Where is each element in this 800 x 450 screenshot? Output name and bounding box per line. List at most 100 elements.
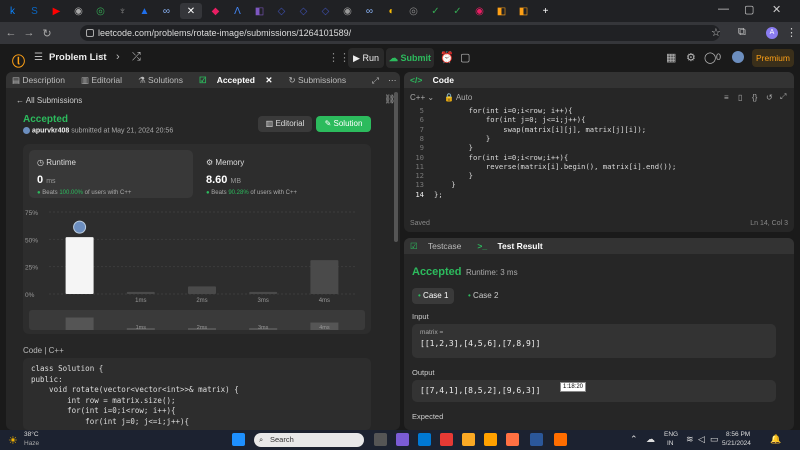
fullscreen-icon[interactable]: ⤢ (780, 92, 786, 102)
runtime-distribution-chart[interactable]: 75% 50% 25% 0% 1ms 2ms 3ms 4ms 1ms 2ms 3ms 4ms (23, 204, 371, 334)
new-tab-button[interactable]: + (537, 3, 554, 19)
layout-icon[interactable]: ▦ (666, 51, 676, 64)
browser-tab[interactable]: k (4, 3, 21, 19)
code-line[interactable]: for(int i=0;i<row; i++){ (434, 106, 573, 115)
memory-card[interactable]: ⚙ Memory 8.60 MB ● Beats 90.28% of users… (198, 150, 362, 198)
volume-icon[interactable]: ◁ (698, 434, 705, 445)
browser-tab[interactable]: ◎ (405, 3, 422, 19)
browser-tab[interactable]: ◇ (317, 3, 334, 19)
store-icon[interactable] (506, 433, 519, 446)
user-avatar[interactable] (732, 51, 744, 63)
code-line[interactable]: for(int j=0; j<=i;j++){ (434, 115, 586, 124)
wifi-icon[interactable]: ≋ (686, 434, 694, 445)
more-icon[interactable]: ⋯ (388, 75, 397, 86)
browser-tab[interactable]: ∞ (158, 3, 175, 19)
code-line[interactable]: } (434, 180, 455, 189)
back-icon[interactable]: ← (4, 27, 18, 39)
tab-submissions[interactable]: ↻ Submissions (288, 75, 354, 86)
reset-icon[interactable]: ↺ (766, 93, 773, 102)
maximize-icon[interactable]: ⤢ (372, 75, 379, 86)
runtime-card[interactable]: ◷ Runtime 0 ms ● Beats 100.00% of users … (29, 150, 193, 198)
maximize-icon[interactable]: ▢ (744, 3, 754, 16)
site-info-icon[interactable] (86, 29, 94, 37)
taskbar-search[interactable]: ⌕ Search (254, 433, 364, 447)
debug-icon[interactable]: ⋮⋮ (328, 51, 350, 64)
code-line[interactable]: swap(matrix[i][j], matrix[j][i]); (434, 125, 646, 134)
profile-avatar[interactable]: A (766, 27, 778, 39)
shuffle-icon[interactable]: ⤮ (132, 51, 141, 64)
next-problem-icon[interactable]: › (116, 51, 120, 63)
tab-accepted[interactable]: ☑ Accepted ✕ (199, 75, 280, 86)
forward-icon[interactable]: → (22, 27, 36, 39)
browser-tab[interactable]: ✓ (427, 3, 444, 19)
tab-description[interactable]: ▤ Description (12, 75, 73, 86)
notes-icon[interactable]: ▢ (460, 51, 470, 64)
language-select[interactable]: C++ ⌄ (410, 93, 434, 102)
task-view-icon[interactable] (374, 433, 387, 446)
case-1-tab[interactable]: • Case 1 (412, 288, 455, 304)
browser-tab[interactable]: Λ (229, 3, 246, 19)
battery-icon[interactable]: ▭ (710, 434, 719, 445)
brave-icon[interactable] (440, 433, 453, 446)
url-bar[interactable]: leetcode.com/problems/rotate-image/submi… (80, 25, 720, 41)
code-line[interactable]: for(int i=0;i<row;i++){ (434, 153, 569, 162)
clock-time[interactable]: 8:56 PM (726, 431, 750, 438)
tab-editorial[interactable]: ▥ Editorial (81, 75, 130, 86)
browser-tab[interactable]: ◎ (92, 3, 109, 19)
browser-tab[interactable]: ▶ (48, 3, 65, 19)
submit-button[interactable]: ☁ Submit (386, 48, 434, 68)
word-icon[interactable] (530, 433, 543, 446)
temperature[interactable]: 38°C (24, 431, 39, 438)
browser-tab[interactable]: ◆ (207, 3, 224, 19)
editorial-button[interactable]: ▥ Editorial (258, 116, 312, 132)
minimize-icon[interactable]: — (718, 3, 729, 15)
lang-1[interactable]: ENG (664, 431, 678, 438)
code-editor[interactable]: 5 for(int i=0;i<row; i++){6 for(int j=0;… (404, 106, 794, 216)
browser-tab[interactable]: S (26, 3, 43, 19)
format-icon[interactable]: ≡ (724, 93, 729, 102)
all-submissions-link[interactable]: ← All Submissions (16, 96, 82, 105)
tab-test-result[interactable]: >_ Test Result (477, 241, 550, 251)
browser-tab[interactable]: ◧ (515, 3, 532, 19)
prev-problem-icon[interactable]: ‹ (100, 51, 104, 63)
leetcode-logo[interactable]: ⓛ (12, 51, 25, 69)
submitter-name[interactable]: apurvkr408 (32, 127, 69, 134)
reload-icon[interactable]: ↻ (40, 27, 54, 40)
code-line[interactable]: reverse(matrix[i].begin(), matrix[i].end… (434, 162, 676, 171)
code-line[interactable]: } (434, 134, 490, 143)
weather-icon[interactable]: ☀ (8, 434, 18, 447)
file-explorer-icon[interactable] (462, 433, 475, 446)
browser-tab[interactable]: ♆ (114, 3, 131, 19)
timer-icon[interactable]: ⏰ (440, 51, 454, 64)
run-button[interactable]: ▶ Run (348, 48, 384, 68)
cloud-icon[interactable]: ☁ (646, 434, 655, 445)
code-tab[interactable]: </> Code (410, 75, 462, 85)
browser-tab[interactable]: ◉ (70, 3, 87, 19)
browser-tab[interactable]: ✓ (449, 3, 466, 19)
settings-icon[interactable]: ⚙ (686, 51, 696, 64)
braces-icon[interactable]: {} (752, 93, 757, 102)
browser-tab[interactable]: ▲ (136, 3, 153, 19)
start-icon[interactable] (232, 433, 245, 446)
browser-tab[interactable]: ◐ (383, 3, 400, 19)
tab-testcase[interactable]: ☑ Testcase (410, 241, 469, 252)
left-scrollbar[interactable] (394, 92, 398, 242)
case-2-tab[interactable]: • Case 2 (462, 288, 504, 304)
auto-mode[interactable]: 🔒 Auto (444, 93, 472, 102)
browser-tab[interactable]: ◧ (493, 3, 510, 19)
teams-icon[interactable] (396, 433, 409, 446)
code-line[interactable]: }; (434, 190, 443, 199)
code-line[interactable]: } (434, 171, 473, 180)
premium-button[interactable]: Premium (752, 49, 794, 67)
problem-list-link[interactable]: Problem List (49, 52, 107, 63)
code-line[interactable]: } (434, 143, 473, 152)
app-icon[interactable] (484, 433, 497, 446)
bookmark-star-icon[interactable]: ☆ (711, 26, 721, 39)
browser-tab[interactable]: ◇ (295, 3, 312, 19)
browser-tab[interactable]: ◧ (251, 3, 268, 19)
vlc-icon[interactable] (554, 433, 567, 446)
extensions-icon[interactable]: ⧉ (738, 26, 746, 39)
browser-tab[interactable]: ✕ (180, 3, 202, 19)
browser-tab[interactable]: ◇ (273, 3, 290, 19)
tab-solutions[interactable]: ⚗ Solutions (138, 75, 191, 86)
